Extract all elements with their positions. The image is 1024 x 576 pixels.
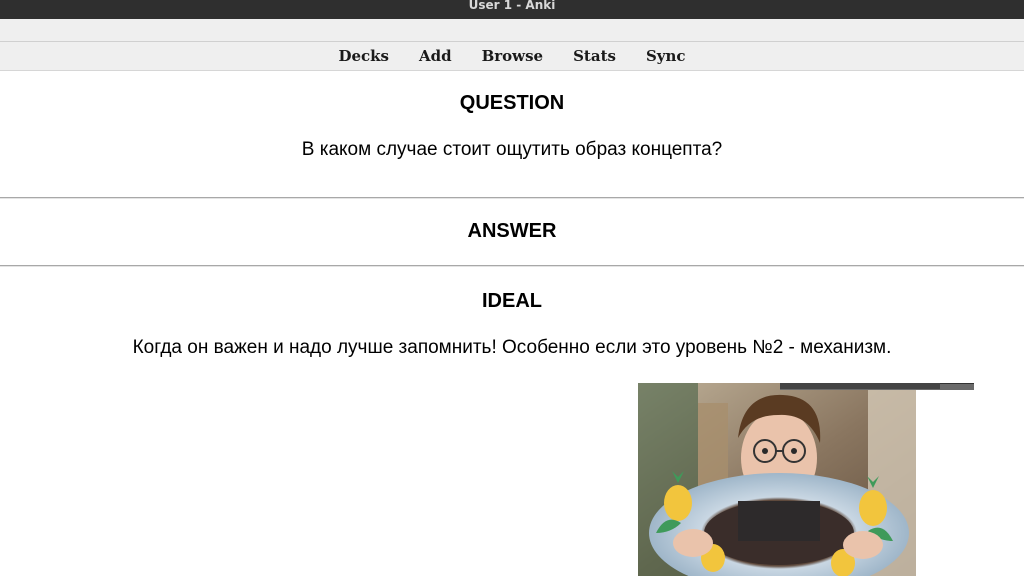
toolbar-stats[interactable]: Stats	[573, 47, 616, 65]
toolbar-sync[interactable]: Sync	[646, 47, 686, 65]
toolbar-add[interactable]: Add	[419, 47, 452, 65]
card-photo	[638, 383, 916, 576]
person-with-float-image	[638, 383, 916, 576]
menu-bar	[0, 19, 1024, 42]
divider	[0, 197, 1024, 199]
toolbar-decks[interactable]: Decks	[338, 47, 389, 65]
main-toolbar: Decks Add Browse Stats Sync	[0, 42, 1024, 71]
image-scrollbar-thumb[interactable]	[780, 383, 940, 389]
window-title: User 1 - Anki	[468, 0, 556, 12]
ideal-text: Когда он важен и надо лучше запомнить! О…	[132, 337, 892, 358]
window-titlebar: User 1 - Anki	[0, 0, 1024, 19]
toolbar-browse[interactable]: Browse	[482, 47, 544, 65]
question-heading: QUESTION	[459, 92, 565, 114]
ideal-heading: IDEAL	[482, 290, 542, 312]
answer-heading: ANSWER	[467, 220, 557, 242]
divider	[0, 265, 1024, 267]
question-text: В каком случае стоит ощутить образ конце…	[301, 139, 723, 160]
